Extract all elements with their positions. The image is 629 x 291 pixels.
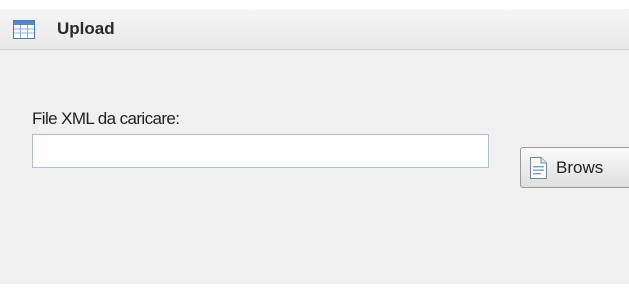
browse-button[interactable]: Brows xyxy=(520,147,629,188)
file-field-label: File XML da caricare: xyxy=(32,109,180,128)
file-path-input[interactable] xyxy=(32,134,489,168)
panel-header: Upload xyxy=(0,9,629,50)
upload-panel: Upload File XML da caricare: Brows xyxy=(0,0,629,291)
document-icon xyxy=(529,156,548,180)
table-icon xyxy=(13,20,35,39)
panel-title: Upload xyxy=(57,19,115,38)
browse-button-label: Brows xyxy=(556,158,604,177)
